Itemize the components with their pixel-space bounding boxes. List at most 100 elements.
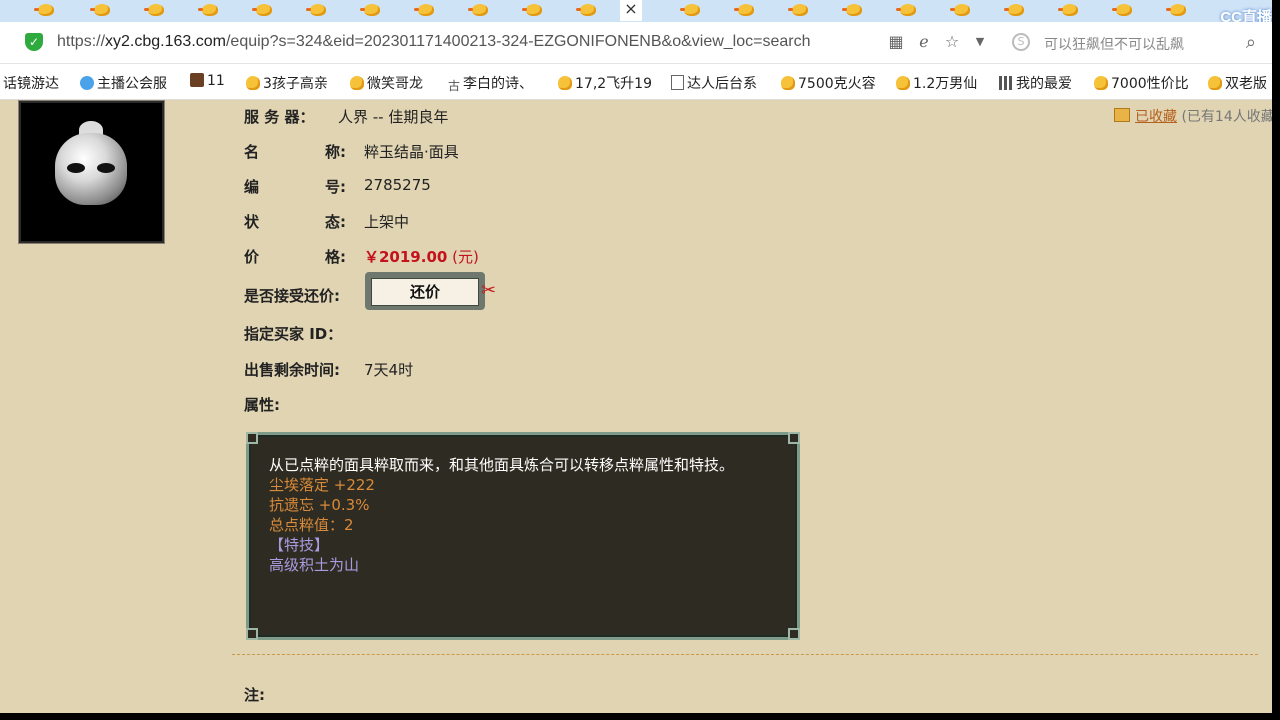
tab-strip: × CC直播 xyxy=(0,0,1272,23)
chick-icon xyxy=(558,76,572,90)
mask-eye xyxy=(97,163,115,173)
bookmark[interactable]: 1.2万男仙 xyxy=(896,73,977,93)
star-icon[interactable]: ☆ xyxy=(942,32,962,52)
bookmark[interactable]: 我的最爱 xyxy=(999,73,1072,93)
chick-icon xyxy=(1112,4,1132,16)
divider xyxy=(232,654,1258,655)
attribute-description: 从已点粹的面具粹取而来，和其他面具炼合可以转移点粹属性和特技。 xyxy=(269,456,735,474)
server-label: 服 务 器： xyxy=(244,108,315,126)
cloud-icon xyxy=(80,76,94,90)
search-engine-icon[interactable]: S xyxy=(1012,33,1030,51)
url-field[interactable]: https://xy2.cbg.163.com/equip?s=324&eid=… xyxy=(57,33,811,51)
bookmark-label: 微笑哥龙 xyxy=(367,76,423,92)
bookmark-label: 3孩子高亲 xyxy=(263,76,328,92)
tab[interactable] xyxy=(456,2,502,20)
tab[interactable] xyxy=(1154,2,1200,20)
chick-icon xyxy=(781,76,795,90)
bargain-button[interactable]: 还价 ✂ xyxy=(365,272,496,310)
bookmark[interactable]: 主播公会服 xyxy=(80,73,167,93)
bookmark[interactable]: 7500克火容 xyxy=(781,73,876,93)
chick-icon xyxy=(1094,76,1108,90)
bookmark-label: 双老版 xyxy=(1225,76,1267,92)
tab[interactable] xyxy=(22,2,68,20)
mask-icon xyxy=(55,133,127,205)
server-value: 人界 -- 佳期良年 xyxy=(338,108,449,126)
tab[interactable] xyxy=(884,2,930,20)
tab[interactable] xyxy=(186,2,232,20)
price-unit: (元) xyxy=(452,248,479,266)
dropdown-icon[interactable]: ▼ xyxy=(970,32,990,52)
bookmark-label: 话镜游达 xyxy=(3,76,59,92)
name-label-tail: 称: xyxy=(325,143,346,161)
grid-icon xyxy=(999,76,1013,90)
tab[interactable] xyxy=(830,2,876,20)
tab[interactable] xyxy=(564,2,610,20)
bookmark[interactable]: 话镜游达 xyxy=(3,73,59,93)
tab[interactable] xyxy=(776,2,822,20)
id-value: 2785275 xyxy=(364,176,431,194)
favorite-link[interactable]: 已收藏 xyxy=(1135,109,1177,125)
bookmark[interactable]: 达人后台系 xyxy=(671,73,757,93)
favorite-folder-icon xyxy=(1114,108,1130,122)
id-row: 编 号: 2785275 xyxy=(244,176,431,197)
bookmark[interactable]: 17,2飞升19 xyxy=(558,73,652,93)
corner-ornament xyxy=(788,628,800,640)
tab[interactable] xyxy=(294,2,340,20)
chick-icon xyxy=(144,4,164,16)
price-row: 价 格: ￥2019.00 (元) xyxy=(244,246,479,267)
qr-icon[interactable]: ▦ xyxy=(886,32,906,52)
remaining-row: 出售剩余时间: 7天4时 xyxy=(244,359,413,380)
ribbon-icon: ✂ xyxy=(481,280,497,301)
price-value: ￥2019.00 xyxy=(364,248,448,266)
tab[interactable] xyxy=(1100,2,1146,20)
search-box[interactable]: S 可以狂飙但不可以乱飙 ⌕ xyxy=(1008,28,1270,58)
document-icon xyxy=(671,75,684,90)
bookmark[interactable]: 古李白的诗、 xyxy=(448,73,533,93)
bookmark-label: 我的最爱 xyxy=(1016,76,1072,92)
tab[interactable] xyxy=(1046,2,1092,20)
tab[interactable] xyxy=(510,2,556,20)
status-label: 状 xyxy=(244,213,260,231)
corner-ornament xyxy=(788,432,800,444)
address-bar: ✓ https://xy2.cbg.163.com/equip?s=324&ei… xyxy=(0,22,1272,64)
shield-icon[interactable]: ✓ xyxy=(25,33,43,51)
bookmark-label: 李白的诗、 xyxy=(463,76,534,92)
attribute-text: 从已点粹的面具粹取而来，和其他面具炼合可以转移点粹属性和特技。 尘埃落定 +22… xyxy=(269,455,769,575)
chick-icon xyxy=(788,4,808,16)
bookmark[interactable]: 双老版 xyxy=(1208,73,1267,93)
chick-icon xyxy=(950,4,970,16)
search-input[interactable]: 可以狂飙但不可以乱飙 xyxy=(1044,34,1184,54)
tab[interactable] xyxy=(992,2,1038,20)
attributes-row: 属性: xyxy=(244,394,280,415)
bookmark[interactable]: 11 xyxy=(190,73,225,89)
tab[interactable] xyxy=(132,2,178,20)
bookmark[interactable]: 3孩子高亲 xyxy=(246,73,328,93)
tab[interactable] xyxy=(240,2,286,20)
tab[interactable] xyxy=(78,2,124,20)
game-icon xyxy=(190,73,204,87)
tab[interactable] xyxy=(938,2,984,20)
bookmark[interactable]: 7000性价比 xyxy=(1094,73,1189,93)
chick-icon xyxy=(680,4,700,16)
chick-icon xyxy=(522,4,542,16)
tab[interactable] xyxy=(668,2,714,20)
attribute-panel: 从已点粹的面具粹取而来，和其他面具炼合可以转移点粹属性和特技。 尘埃落定 +22… xyxy=(246,432,800,640)
url-path: /equip?s=324&eid=202301171400213-324-EZG… xyxy=(225,33,811,50)
bookmark-label: 达人后台系 xyxy=(687,76,757,92)
tab[interactable] xyxy=(722,2,768,20)
remaining-value: 7天4时 xyxy=(364,361,414,379)
item-detail-page: 已收藏 (已有14人收藏 服 务 器： 人界 -- 佳期良年 名 称: 粹玉结晶·面具… xyxy=(0,100,1272,713)
attribute-line: 尘埃落定 +222 xyxy=(269,476,375,494)
name-value: 粹玉结晶·面具 xyxy=(364,143,459,161)
tab[interactable] xyxy=(402,2,448,20)
skill-header: 【特技】 xyxy=(269,536,330,554)
ie-icon[interactable]: ℯ xyxy=(914,32,934,52)
price-label-tail: 格: xyxy=(325,248,346,266)
tab[interactable] xyxy=(348,2,394,20)
search-icon[interactable]: ⌕ xyxy=(1246,32,1256,53)
browser-window: × CC直播 ✓ https://xy2.cbg.163.com/equip?s… xyxy=(0,0,1272,713)
tab-close-icon[interactable]: × xyxy=(620,0,642,21)
status-label-tail: 态: xyxy=(325,213,346,231)
chick-icon xyxy=(1004,4,1024,16)
bookmark[interactable]: 微笑哥龙 xyxy=(350,73,423,93)
